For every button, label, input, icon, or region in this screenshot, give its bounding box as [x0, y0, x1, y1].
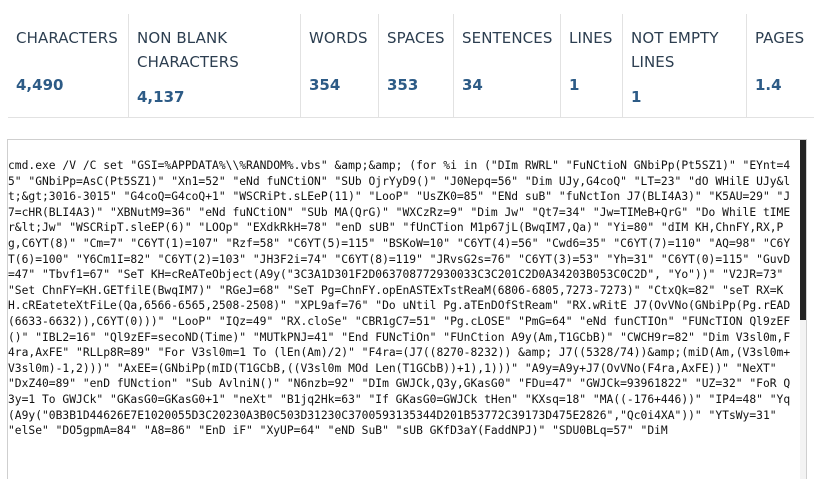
stat-lines: LINES 1 [560, 14, 622, 117]
scrollbar-thumb[interactable] [800, 140, 806, 320]
stat-label-pages: PAGES [755, 29, 805, 47]
stat-label-spaces: SPACES [387, 29, 445, 47]
stat-label-words: WORDS [309, 29, 368, 47]
stat-sentences: SENTENCES 34 [453, 14, 560, 117]
stat-spaces: SPACES 353 [378, 14, 453, 117]
stat-label-non-blank-characters: NON BLANK CHARACTERS [137, 29, 239, 71]
statistics-bar: CHARACTERS 4,490 NON BLANK CHARACTERS 4,… [8, 14, 814, 118]
stat-value-non-blank-characters: 4,137 [137, 88, 185, 106]
stat-pages: PAGES 1.4 [746, 14, 814, 117]
stat-value-pages: 1.4 [755, 76, 782, 94]
text-editor[interactable]: cmd.exe /V /C set "GSI=%APPDATA%\\%RANDO… [7, 139, 807, 479]
stat-label-characters: CHARACTERS [16, 29, 118, 47]
stat-value-spaces: 353 [387, 76, 419, 94]
stat-value-not-empty-lines: 1 [631, 88, 642, 106]
stat-not-empty-lines: NOT EMPTY LINES 1 [622, 14, 746, 117]
editor-scrollbar[interactable] [800, 140, 806, 479]
stat-value-lines: 1 [569, 76, 580, 94]
stat-characters: CHARACTERS 4,490 [8, 14, 128, 117]
stat-label-not-empty-lines: NOT EMPTY LINES [631, 29, 719, 71]
stat-value-words: 354 [309, 76, 341, 94]
stat-non-blank-characters: NON BLANK CHARACTERS 4,137 [128, 14, 300, 117]
stat-label-lines: LINES [569, 29, 613, 47]
stat-label-sentences: SENTENCES [462, 29, 553, 47]
stat-value-sentences: 34 [462, 76, 483, 94]
stat-value-characters: 4,490 [16, 76, 64, 94]
stat-words: WORDS 354 [300, 14, 378, 117]
editor-text-content[interactable]: cmd.exe /V /C set "GSI=%APPDATA%\\%RANDO… [8, 158, 794, 439]
